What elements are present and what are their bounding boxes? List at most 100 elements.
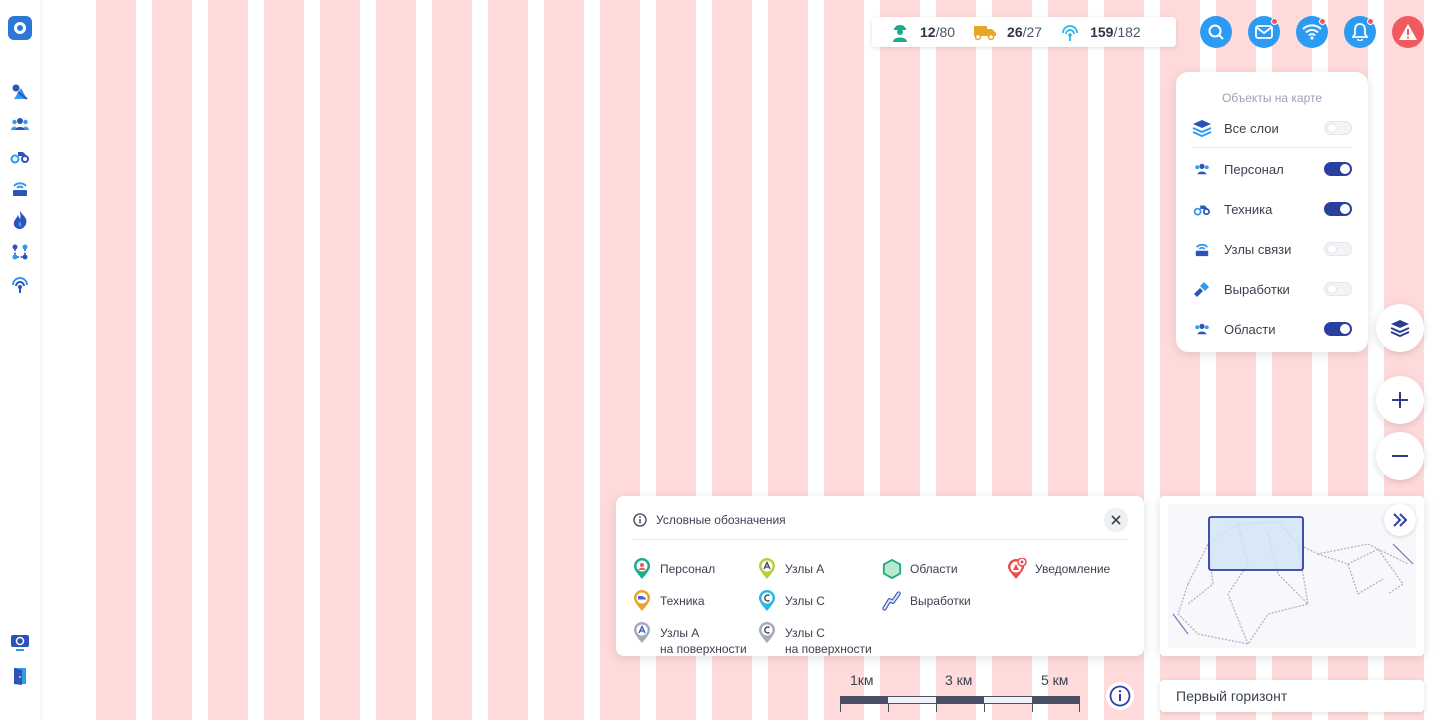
route-icon	[12, 244, 28, 260]
scale-tick	[936, 704, 937, 712]
sidebar-item-map-tools[interactable]	[10, 82, 30, 102]
drill-icon	[1192, 279, 1212, 299]
sidebar-item-beacons[interactable]	[10, 274, 30, 294]
map-scale: 1км 3 км 5 км	[840, 672, 1080, 712]
messages-badge	[1271, 18, 1278, 25]
sidebar-item-fire[interactable]	[10, 210, 30, 230]
surface-node-a-icon	[632, 622, 652, 644]
map-stripe	[96, 0, 136, 720]
people-icon	[11, 118, 29, 130]
scale-label-5: 5 км	[1041, 672, 1069, 688]
minimap-canvas[interactable]	[1168, 504, 1416, 648]
layer-toggle-personnel[interactable]	[1324, 162, 1352, 176]
minimap[interactable]	[1160, 496, 1424, 656]
legend-item: Узлы С	[757, 590, 825, 612]
scale-tick	[840, 704, 841, 712]
layer-row-personnel[interactable]: Персонал	[1192, 157, 1352, 181]
layers-divider	[1192, 147, 1352, 148]
surface-node-c-icon	[757, 622, 777, 644]
sidebar-item-monitor[interactable]	[10, 633, 30, 653]
sidebar-item-vehicles[interactable]	[10, 146, 30, 166]
layers-toggle-button[interactable]	[1376, 304, 1424, 352]
layer-toggle-all[interactable]	[1324, 121, 1352, 135]
stat-personnel-current: 12	[920, 24, 936, 40]
sidebar-item-personnel[interactable]	[10, 114, 30, 134]
stat-personnel[interactable]: 12/80	[890, 22, 955, 42]
fire-icon	[13, 211, 27, 229]
map-app: 12/80 26/27 159/182 Объекты на карте Все…	[0, 0, 1440, 720]
scale-segment	[1032, 696, 1080, 704]
scale-segment	[840, 696, 888, 704]
minimap-viewport[interactable]	[1208, 516, 1304, 571]
info-icon	[1109, 685, 1131, 707]
worker-icon	[890, 22, 910, 42]
legend-item: Области	[882, 558, 958, 580]
legend-label: Узлы Ана поверхности	[660, 626, 747, 656]
sidebar-item-network[interactable]	[10, 178, 30, 198]
zoom-out-button[interactable]	[1376, 432, 1424, 480]
layers-icon	[1390, 320, 1410, 337]
stat-vehicles[interactable]: 26/27	[973, 22, 1042, 42]
plus-icon	[1392, 392, 1408, 408]
layer-label-network: Узлы связи	[1224, 241, 1292, 257]
legend-label: Узлы А	[785, 562, 825, 576]
scale-label-1: 1км	[850, 672, 874, 688]
scale-segment	[936, 696, 984, 704]
layer-row-tunnels[interactable]: Выработки	[1192, 277, 1352, 301]
personnel-marker-icon	[632, 558, 652, 580]
close-icon	[1111, 515, 1121, 525]
layer-toggle-vehicles[interactable]	[1324, 202, 1352, 216]
layer-row-all[interactable]: Все слои	[1192, 116, 1352, 140]
layer-label-areas: Области	[1224, 321, 1276, 337]
zoom-in-button[interactable]	[1376, 376, 1424, 424]
app-logo[interactable]	[8, 16, 32, 40]
legend-info-button[interactable]	[1106, 682, 1134, 710]
people-icon	[1192, 159, 1212, 179]
scale-tick	[984, 704, 985, 712]
alert-button[interactable]	[1392, 16, 1424, 48]
legend-item: Узлы А	[757, 558, 824, 580]
sidebar-item-routes[interactable]	[10, 242, 30, 262]
exit-door-icon	[14, 668, 26, 685]
messages-button[interactable]	[1248, 16, 1280, 48]
map-stripe	[544, 0, 584, 720]
layer-row-vehicles[interactable]: Техника	[1192, 197, 1352, 221]
vehicle-icon	[10, 152, 29, 164]
legend-label: Техника	[660, 594, 705, 608]
layer-label-all: Все слои	[1224, 120, 1279, 136]
vehicle-marker-icon	[632, 590, 652, 612]
layer-row-areas[interactable]: Области	[1192, 317, 1352, 341]
search-icon	[1208, 24, 1224, 40]
network-button[interactable]	[1296, 16, 1328, 48]
stat-beacons-current: 159	[1090, 24, 1114, 40]
legend-close-button[interactable]	[1104, 508, 1128, 532]
layer-toggle-areas[interactable]	[1324, 322, 1352, 336]
sidebar	[0, 0, 40, 720]
legend-label: Области	[910, 562, 958, 576]
stat-beacons[interactable]: 159/182	[1060, 22, 1141, 42]
stat-personnel-total: /80	[935, 24, 956, 40]
signal-icon	[1060, 22, 1080, 42]
map-stripe	[376, 0, 416, 720]
truck-icon	[973, 22, 997, 42]
layers-panel: Объекты на карте Все слои Персонал Техни…	[1176, 72, 1368, 352]
stat-vehicles-total: /27	[1022, 24, 1043, 40]
router-icon	[13, 182, 27, 196]
minus-icon	[1392, 455, 1408, 457]
minimap-expand-button[interactable]	[1384, 504, 1416, 536]
signal-icon	[12, 277, 28, 293]
sidebar-item-logout[interactable]	[10, 666, 30, 686]
layer-row-network[interactable]: Узлы связи	[1192, 237, 1352, 261]
layer-toggle-tunnels[interactable]	[1324, 282, 1352, 296]
layer-toggle-network[interactable]	[1324, 242, 1352, 256]
legend-divider	[632, 539, 1128, 540]
search-button[interactable]	[1200, 16, 1232, 48]
mail-icon	[1255, 25, 1273, 39]
legend-panel: Условные обозначения Персонал Узлы А Обл…	[616, 496, 1144, 656]
layer-label-tunnels: Выработки	[1224, 281, 1290, 297]
notifications-button[interactable]	[1344, 16, 1376, 48]
stat-beacons-total: /182	[1113, 24, 1141, 40]
scale-tick	[1079, 704, 1080, 712]
horizon-select[interactable]: Первый горизонт	[1160, 680, 1424, 712]
legend-title: Условные обозначения	[656, 513, 786, 527]
